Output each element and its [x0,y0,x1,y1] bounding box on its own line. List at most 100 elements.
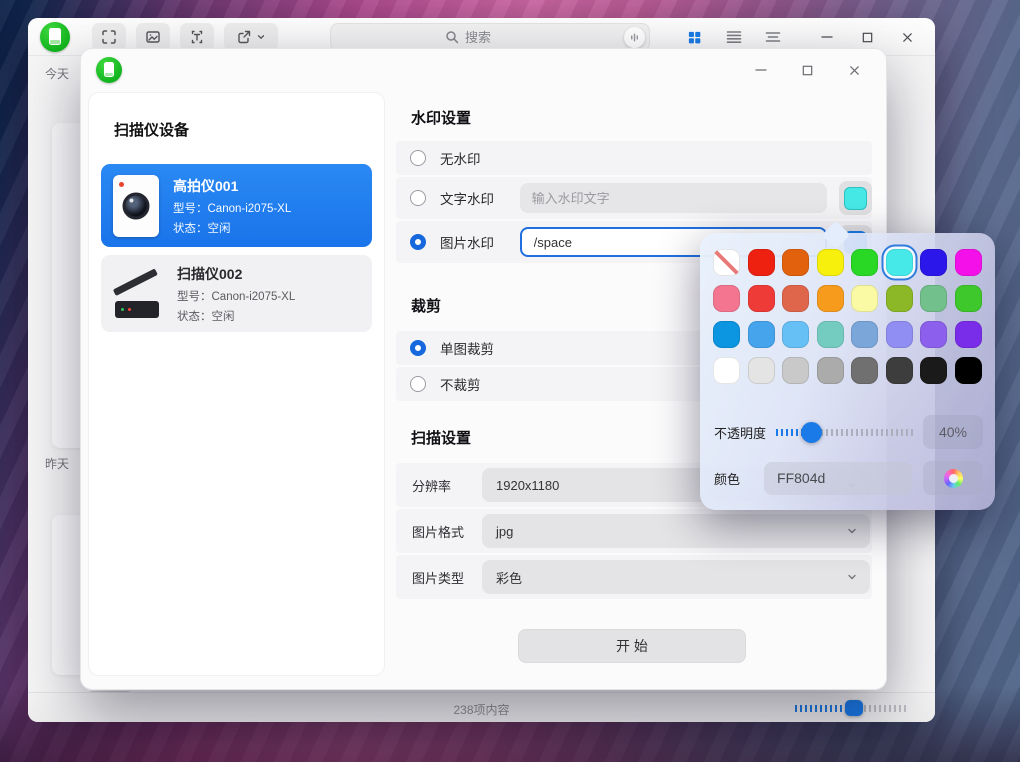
detail-view-icon [765,30,781,44]
color-swatch[interactable] [748,357,775,384]
main-statusbar: 238项内容 [28,692,935,722]
color-swatch[interactable] [920,285,947,312]
share-button[interactable] [224,23,278,51]
color-swatch[interactable] [851,249,878,276]
opacity-value-badge: 40% [923,415,983,449]
device-panel-title: 扫描仪设备 [114,119,189,140]
color-swatch[interactable] [713,321,740,348]
option-label: 无水印 [440,148,506,168]
option-label: 图片水印 [440,232,504,252]
image-format-select[interactable]: jpg [482,514,870,548]
text-recognition-button[interactable] [180,23,214,51]
radio-unchecked[interactable] [410,376,426,392]
select-value: jpg [496,524,513,539]
image-format-field-row: 图片格式 jpg [396,509,872,553]
grid-view-icon [687,30,702,45]
color-swatch[interactable] [955,249,982,276]
option-label: 文字水印 [440,188,504,208]
image-icon [145,29,161,45]
thumbnail-zoom-slider[interactable] [795,705,908,712]
radio-unchecked[interactable] [410,150,426,166]
app-logo-icon [40,22,70,52]
search-input[interactable] [465,30,535,45]
dialog-maximize-button[interactable] [784,55,831,85]
swatch-no-color[interactable] [713,249,740,276]
color-swatch[interactable] [920,357,947,384]
watermark-option-none[interactable]: 无水印 [396,141,872,175]
device-card-saomiaoyi-002[interactable]: 扫描仪002 型号：Canon-i2075-XL 状态：空闲 [101,255,372,332]
crop-section-title: 裁剪 [411,295,441,316]
color-swatch[interactable] [817,357,844,384]
color-swatch[interactable] [748,285,775,312]
timeline-today-label: 今天 [45,65,69,82]
color-swatch[interactable] [817,249,844,276]
image-type-field-row: 图片类型 彩色 [396,555,872,599]
hex-color-input[interactable] [764,462,912,495]
device-name: 高拍仪001 [173,176,291,196]
grid-view-button[interactable] [686,29,703,46]
color-swatch[interactable] [886,285,913,312]
color-swatch[interactable] [920,321,947,348]
color-swatch[interactable] [782,321,809,348]
dialog-close-button[interactable] [831,55,878,85]
radio-checked[interactable] [410,340,426,356]
filter-voice-button[interactable] [624,27,645,48]
detail-view-button[interactable] [764,29,781,46]
watermark-section-title: 水印设置 [411,107,471,128]
color-swatch[interactable] [851,357,878,384]
color-swatch[interactable] [817,321,844,348]
dialog-titlebar[interactable] [81,49,886,91]
cyan-color-chip [844,187,867,210]
search-box[interactable] [330,23,650,51]
field-label: 分辨率 [412,476,482,495]
desktop-wallpaper: 今天 昨天 238项内容 扫描仪设备 [0,0,1020,762]
color-swatch[interactable] [886,357,913,384]
dialog-minimize-button[interactable] [737,55,784,85]
radio-unchecked[interactable] [410,190,426,206]
start-scan-button[interactable]: 开 始 [518,629,746,663]
opacity-row: 不透明度 40% [714,415,983,449]
opacity-slider[interactable] [776,429,916,436]
chevron-down-icon [846,571,858,583]
color-swatch[interactable] [748,249,775,276]
color-swatch[interactable] [782,357,809,384]
image-type-select[interactable]: 彩色 [482,560,870,594]
color-swatch[interactable] [886,249,913,276]
color-swatch[interactable] [920,249,947,276]
device-model: 型号：Canon-i2075-XL [173,200,291,216]
color-swatch[interactable] [955,321,982,348]
list-view-button[interactable] [725,29,742,46]
select-value: 1920x1180 [496,478,559,493]
chevron-down-icon [256,32,266,42]
color-swatch[interactable] [782,285,809,312]
zoom-slider-handle[interactable] [845,700,863,716]
color-swatch[interactable] [851,321,878,348]
watermark-color-swatch-button[interactable] [839,181,872,215]
dialog-app-logo-icon [96,57,122,83]
color-swatch[interactable] [955,285,982,312]
radio-checked[interactable] [410,234,426,250]
flatbed-scanner-icon [113,265,163,323]
color-swatch[interactable] [955,357,982,384]
opacity-slider-handle[interactable] [801,422,822,443]
audio-bars-icon [629,32,640,43]
color-label: 颜色 [714,469,740,488]
document-camera-icon [113,175,159,237]
color-swatch[interactable] [713,357,740,384]
color-swatch[interactable] [886,321,913,348]
chevron-down-icon [846,525,858,537]
color-swatch[interactable] [713,285,740,312]
device-card-gaopaiyi-001[interactable]: 高拍仪001 型号：Canon-i2075-XL 状态：空闲 [101,164,372,247]
color-swatch[interactable] [748,321,775,348]
color-swatch[interactable] [782,249,809,276]
scan-area-button[interactable] [92,23,126,51]
image-button[interactable] [136,23,170,51]
watermark-text-input[interactable] [520,183,828,213]
search-icon [445,30,459,44]
device-name: 扫描仪002 [177,264,295,284]
color-wheel-button[interactable] [923,461,983,495]
color-swatch[interactable] [851,285,878,312]
close-button[interactable] [887,18,927,56]
color-swatch[interactable] [817,285,844,312]
watermark-option-text[interactable]: 文字水印 [396,177,872,219]
